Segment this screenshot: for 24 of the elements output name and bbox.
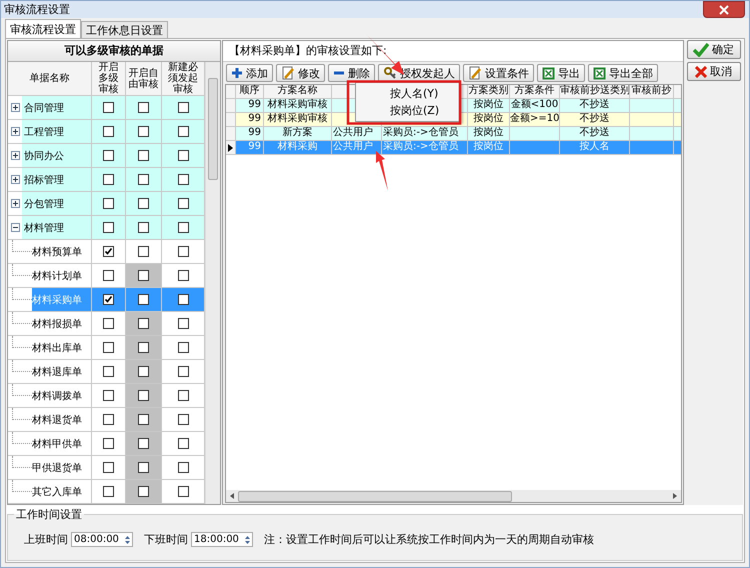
field-label: 下班时间 xyxy=(144,532,188,547)
table-cell: 99 xyxy=(248,127,261,138)
table-cell: 按人名 xyxy=(580,141,610,152)
table-cell: 按岗位 xyxy=(474,113,504,124)
table-cell: 按岗位 xyxy=(474,141,504,152)
table-cell: 99 xyxy=(248,99,261,110)
table-cell: 按岗位 xyxy=(474,99,504,110)
scheme-caption: 【材料采购单】的审核设置如下: xyxy=(223,41,683,62)
table-cell: 不抄送 xyxy=(580,113,610,124)
panel-header: 可以多级审核的单据 xyxy=(8,41,220,62)
table-cell: 按岗位 xyxy=(474,127,504,138)
table-cell: 采购员:->仓管员 xyxy=(383,127,458,138)
field-label: 上班时间 xyxy=(24,532,68,547)
table-cell: 99 xyxy=(248,141,261,152)
column-header: 开启自由审核 xyxy=(126,62,162,95)
group-title: 工作时间设置 xyxy=(15,507,83,522)
table-cell: 材料采购 xyxy=(278,141,318,152)
table-cell: 采购员:->仓管员 xyxy=(383,141,458,152)
table-cell: 不抄送 xyxy=(580,99,610,110)
table-cell: 99 xyxy=(248,113,261,124)
table-cell: 不抄送 xyxy=(580,127,610,138)
note-text: 注：设置工作时间后可以让系统按工作时间内为一天的周期自动审核 xyxy=(264,532,594,547)
column-header: 单据名称 xyxy=(8,62,92,95)
window-title: 审核流程设置 xyxy=(4,2,70,17)
